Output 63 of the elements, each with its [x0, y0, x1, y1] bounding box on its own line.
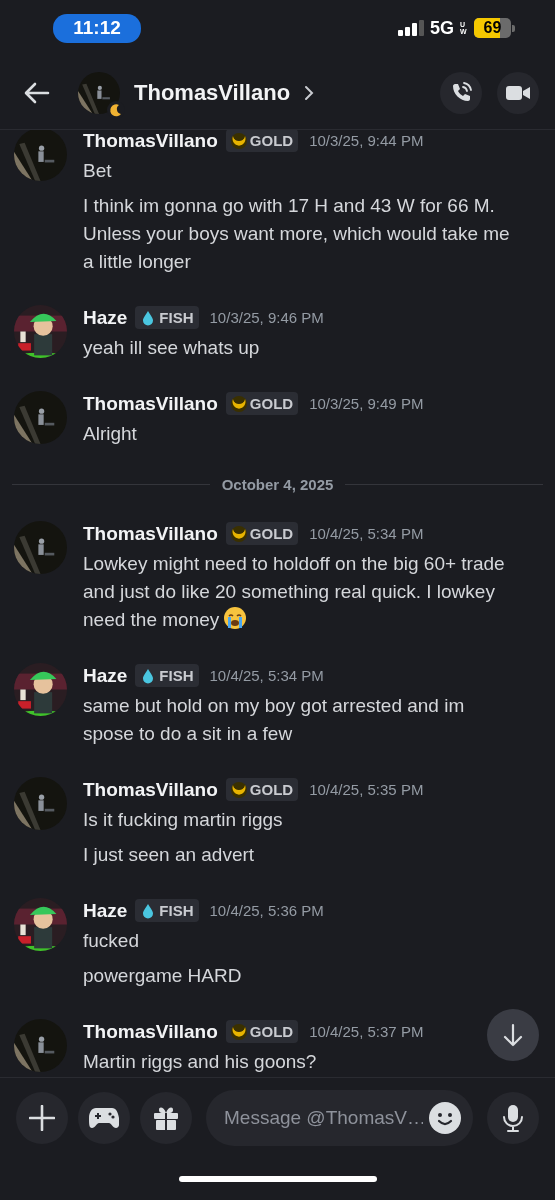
voice-call-button[interactable] [440, 71, 482, 114]
timestamp: 10/3/25, 9:44 PM [309, 132, 424, 149]
crescent-icon [229, 131, 248, 150]
message-text: I just seen an advert [83, 844, 255, 865]
author-name[interactable]: ThomasVillano [83, 130, 218, 152]
tag-label: GOLD [249, 395, 294, 412]
message-text: Is it fucking martin riggs [83, 809, 283, 830]
author-name[interactable]: Haze [83, 306, 128, 329]
crescent-icon [229, 1022, 248, 1041]
gamepad-icon [89, 1107, 119, 1129]
smiley-icon[interactable] [429, 1102, 461, 1134]
crescent-icon [229, 394, 248, 413]
tag-label: FISH [159, 902, 194, 919]
message-text: Alright [83, 423, 137, 444]
timestamp: 10/3/25, 9:49 PM [309, 395, 424, 412]
tag-label: FISH [159, 309, 194, 326]
author-name[interactable]: ThomasVillano [83, 778, 218, 801]
network-label: 5G [430, 17, 454, 39]
tag-label: FISH [159, 667, 194, 684]
message-text: Bet [83, 160, 112, 181]
tag-label: GOLD [249, 1023, 294, 1040]
gift-button[interactable] [140, 1092, 192, 1144]
message-text: Martin riggs and his goons? [83, 1051, 317, 1072]
date-divider-label: October 4, 2025 [221, 475, 334, 493]
message-input-field[interactable]: Message @ThomasV… [206, 1090, 473, 1146]
microphone-button[interactable] [487, 1092, 539, 1144]
signal-icon [398, 20, 424, 36]
video-call-button[interactable] [497, 71, 539, 114]
message-text: yeah ill see whats up [83, 337, 260, 358]
timestamp: 10/3/25, 9:46 PM [209, 309, 324, 326]
timestamp: 10/4/25, 5:36 PM [209, 902, 324, 919]
message-text: same but hold on my boy got arrested and im spose to do a sit in a few [83, 695, 465, 744]
timestamp: 10/4/25, 5:34 PM [209, 667, 324, 684]
plus-icon [29, 1105, 55, 1131]
back-arrow-icon [24, 81, 50, 104]
author-name[interactable]: ThomasVillano [83, 522, 218, 545]
games-button[interactable] [78, 1092, 130, 1144]
video-camera-icon [506, 84, 530, 101]
message-text: fucked [83, 930, 139, 951]
tag-label: GOLD [249, 525, 294, 542]
scroll-down-button[interactable] [487, 1009, 539, 1061]
add-button[interactable] [16, 1092, 68, 1144]
message-text: I think im gonna go with 17 H and 43 W for 66 M. Unless your boys want more, which would take me a little longer [83, 195, 510, 272]
author-name[interactable]: ThomasVillano [83, 1020, 218, 1043]
tag-label: GOLD [249, 132, 294, 149]
arrow-down-icon [502, 1023, 524, 1047]
timestamp: 10/4/25, 5:35 PM [309, 781, 424, 798]
author-name[interactable]: Haze [83, 899, 128, 922]
crescent-icon [229, 780, 248, 799]
message-text: powergame HARD [83, 965, 242, 986]
contact-name[interactable]: ThomasVillano [134, 79, 291, 106]
chevron-right-icon[interactable] [304, 84, 315, 101]
clock-time: 11:12 [53, 13, 141, 43]
crescent-icon [229, 524, 248, 543]
timestamp: 10/4/25, 5:37 PM [309, 1023, 424, 1040]
author-name[interactable]: ThomasVillano [83, 392, 218, 415]
message-text: Lowkey might need to holdoff on the big 60+ trade and just do like 20 something real quick. I lowkey need the money [83, 553, 505, 630]
microphone-icon [502, 1104, 524, 1132]
phone-icon [450, 81, 472, 104]
tag-label: GOLD [249, 781, 294, 798]
author-name[interactable]: Haze [83, 664, 128, 687]
timestamp: 10/4/25, 5:34 PM [309, 525, 424, 542]
gift-icon [153, 1105, 179, 1131]
